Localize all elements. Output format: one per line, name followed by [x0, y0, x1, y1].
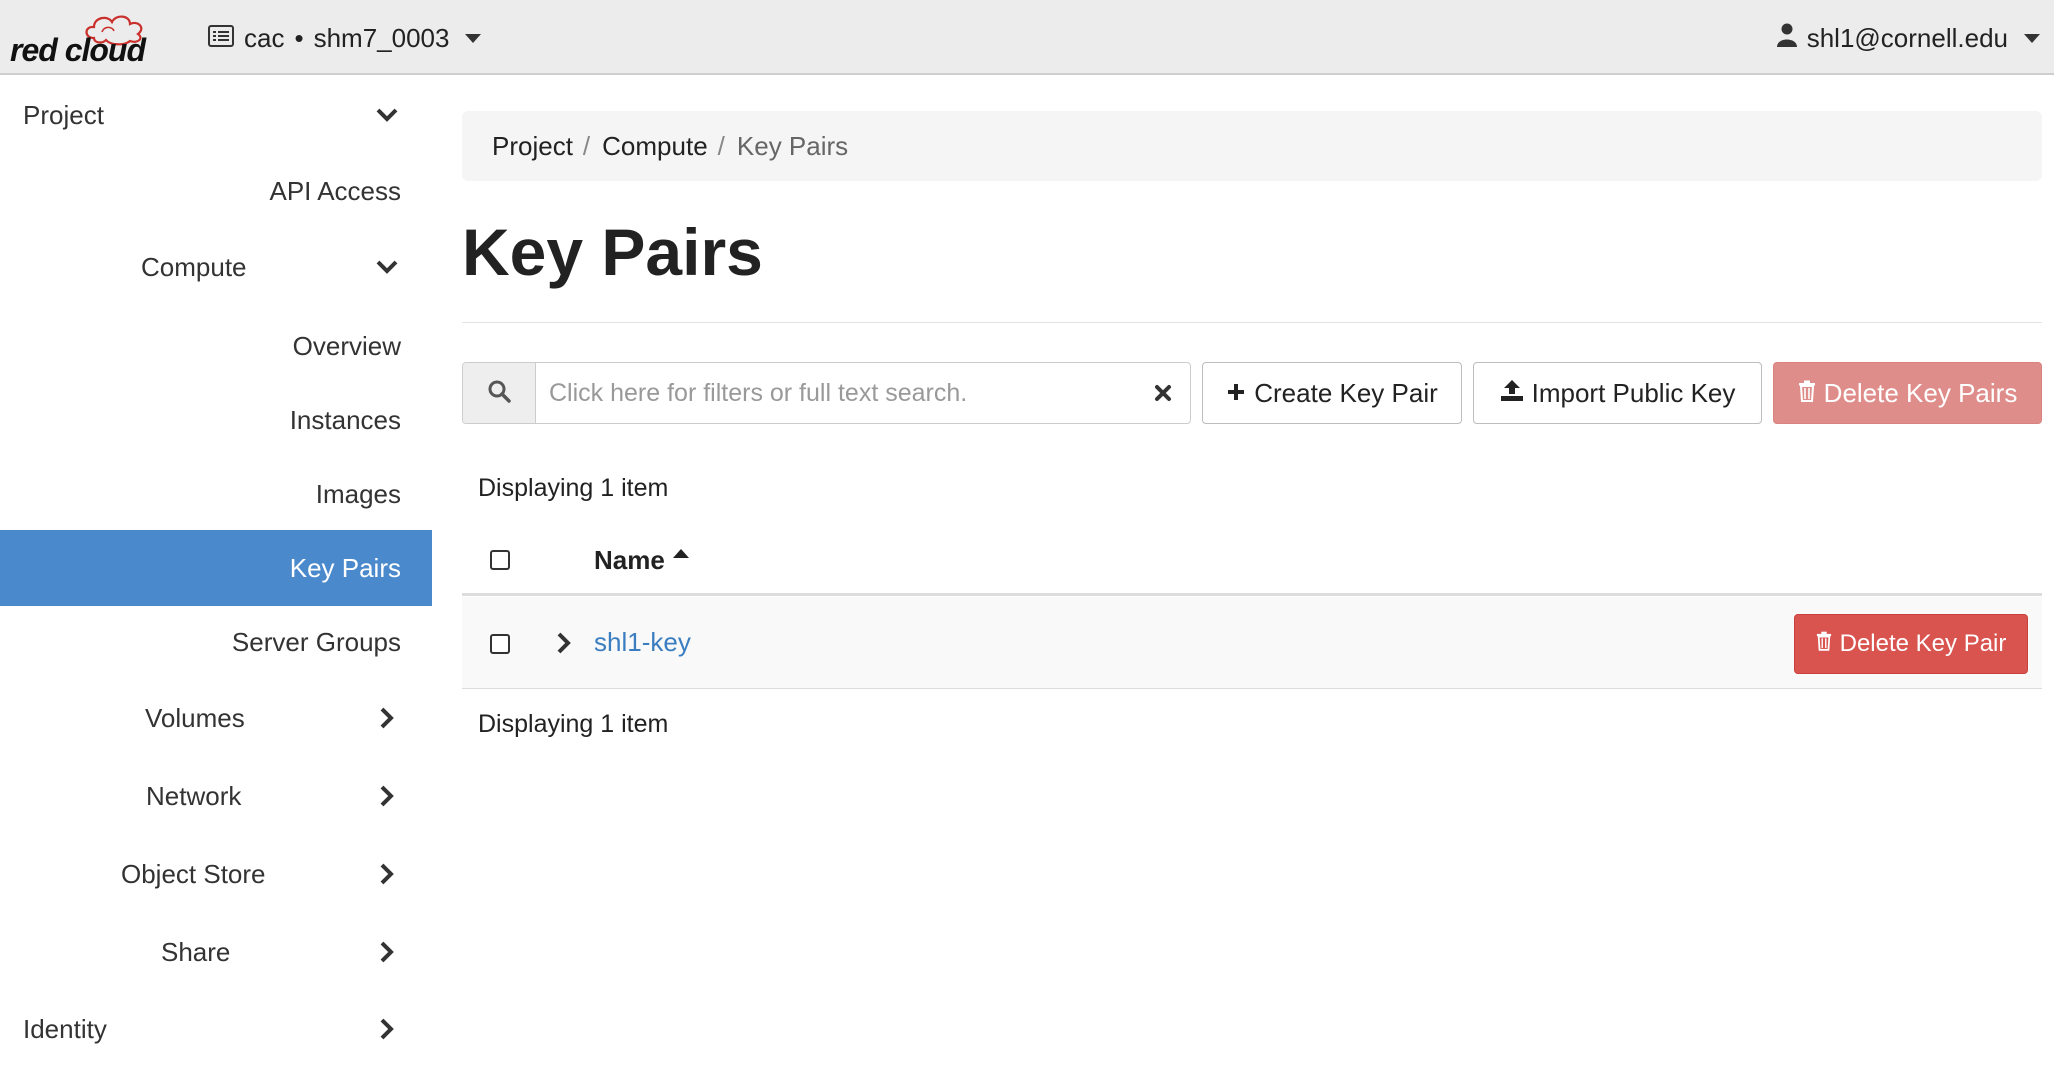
sort-ascending-icon [672, 549, 689, 558]
sidebar-item-object-store[interactable]: Object Store [0, 836, 432, 912]
project-list-icon [208, 23, 234, 54]
sidebar-item-label: Instances [289, 404, 401, 435]
filter-search-group [462, 362, 1191, 424]
sidebar-item-label: Server Groups [231, 626, 401, 657]
chevron-right-icon [374, 1016, 400, 1042]
project-name: shm7_0003 [313, 22, 450, 53]
sidebar-item-label: Network [146, 780, 242, 811]
column-header-name[interactable]: Name [594, 545, 689, 576]
chevron-right-icon [374, 783, 400, 809]
import-public-key-label: Import Public Key [1531, 377, 1736, 408]
trash-icon [1816, 630, 1832, 658]
breadcrumb-separator: / [717, 130, 725, 161]
search-addon[interactable] [463, 363, 536, 423]
project-domain: cac [244, 22, 285, 53]
sidebar-item-label: Share [161, 936, 231, 967]
item-count-bottom: Displaying 1 item [478, 710, 669, 738]
sidebar-item-label: Project [23, 99, 104, 130]
sidebar-item-label: Overview [292, 330, 401, 361]
sidebar-item-label: API Access [269, 175, 402, 206]
sidebar-item-api-access[interactable]: API Access [0, 153, 432, 229]
sidebar-item-compute[interactable]: Compute [0, 229, 432, 305]
plus-icon [1226, 378, 1246, 409]
sidebar-item-identity[interactable]: Identity [0, 991, 432, 1067]
breadcrumb-current: Key Pairs [736, 130, 849, 161]
sidebar-item-overview[interactable]: Overview [0, 308, 432, 384]
sidebar-item-key-pairs[interactable]: Key Pairs [0, 530, 432, 606]
sidebar-item-instances[interactable]: Instances [0, 382, 432, 458]
sidebar-item-label: Object Store [121, 858, 266, 889]
search-input[interactable] [537, 363, 1137, 423]
sidebar-item-label: Volumes [145, 702, 245, 733]
sidebar-item-volumes[interactable]: Volumes [0, 680, 432, 756]
logo-text: red cloud [10, 32, 146, 68]
select-all-checkbox[interactable] [490, 550, 510, 570]
clear-search-icon[interactable] [1150, 380, 1176, 406]
trash-icon [1798, 378, 1816, 409]
project-separator: • [294, 22, 304, 53]
red-cloud-logo[interactable]: red cloud [10, 8, 160, 68]
delete-key-pair-label: Delete Key Pair [1839, 630, 2007, 657]
user-icon [1776, 23, 1797, 54]
user-menu-dropdown[interactable]: shl1@cornell.edu [1776, 20, 2040, 56]
chevron-right-icon [374, 861, 400, 887]
chevron-down-icon [374, 102, 400, 128]
expand-row-chevron-right-icon[interactable] [552, 629, 576, 657]
project-switcher-dropdown[interactable]: cac • shm7_0003 [208, 20, 482, 56]
sidebar-nav: Project API Access Compute Overview Inst… [0, 77, 432, 1084]
sidebar-item-network[interactable]: Network [0, 758, 432, 834]
search-icon [487, 379, 511, 408]
breadcrumb-compute[interactable]: Compute [602, 131, 708, 162]
row-checkbox[interactable] [490, 634, 510, 654]
sidebar-item-images[interactable]: Images [0, 456, 432, 532]
chevron-right-icon [374, 939, 400, 965]
sidebar-item-share[interactable]: Share [0, 914, 432, 990]
item-count-top: Displaying 1 item [478, 474, 669, 502]
caret-down-icon [465, 33, 482, 43]
upload-icon [1500, 378, 1524, 409]
breadcrumb: Project / Compute / Key Pairs [462, 111, 2042, 181]
sidebar-item-project[interactable]: Project [0, 77, 432, 153]
page-title: Key Pairs [462, 215, 763, 289]
sidebar-item-label: Compute [141, 251, 247, 282]
key-pair-name-link[interactable]: shl1-key [594, 627, 691, 658]
chevron-right-icon [374, 705, 400, 731]
delete-key-pairs-button[interactable]: Delete Key Pairs [1773, 362, 2042, 424]
sidebar-item-label: Images [315, 478, 401, 509]
create-key-pair-button[interactable]: Create Key Pair [1202, 362, 1462, 424]
breadcrumb-separator: / [582, 130, 591, 161]
top-navbar: red cloud cac • shm7_0003 shl1@cornell.e… [0, 0, 2054, 75]
title-divider [462, 322, 2042, 323]
delete-key-pair-button[interactable]: Delete Key Pair [1794, 614, 2028, 674]
create-key-pair-label: Create Key Pair [1254, 377, 1438, 408]
table-row: shl1-key Delete Key Pair [462, 597, 2042, 689]
sidebar-item-label: Key Pairs [289, 552, 401, 583]
sidebar-item-label: Identity [23, 1013, 107, 1044]
chevron-down-icon [374, 254, 400, 280]
delete-key-pairs-label: Delete Key Pairs [1823, 377, 2018, 408]
import-public-key-button[interactable]: Import Public Key [1473, 362, 1762, 424]
caret-down-icon [2024, 33, 2040, 43]
sidebar-item-server-groups[interactable]: Server Groups [0, 604, 432, 680]
table-header: Name [462, 530, 2042, 596]
column-name-label: Name [594, 545, 665, 575]
user-email: shl1@cornell.edu [1806, 22, 2008, 53]
breadcrumb-project[interactable]: Project [492, 131, 573, 162]
